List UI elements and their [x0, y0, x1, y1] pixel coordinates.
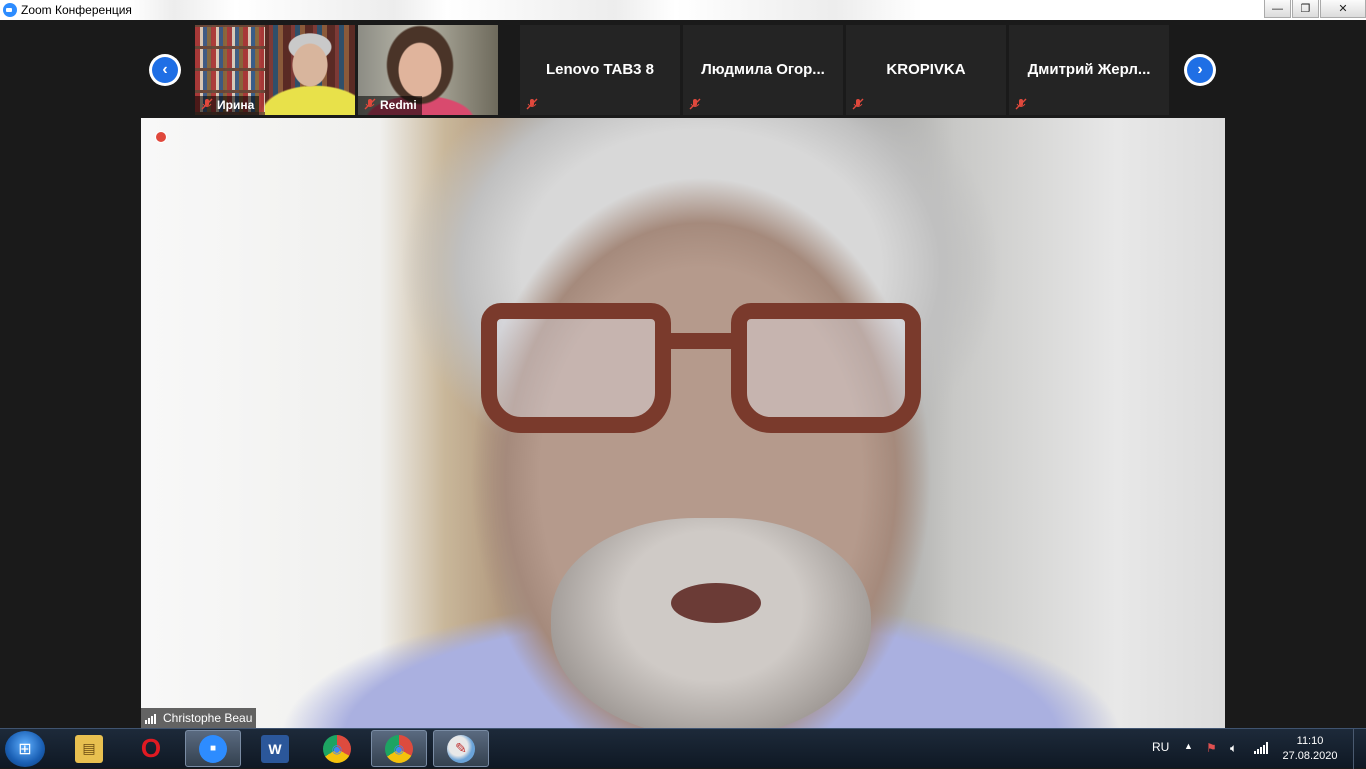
participant-name: KROPIVKA: [886, 61, 966, 78]
zoom-icon: ■: [199, 734, 227, 763]
participant-strip: ‹ Ирина Redmi Lenovo TAB3 8 Людмила Огор…: [0, 20, 1366, 118]
word-icon: W: [261, 734, 289, 763]
muted-mic-icon: [689, 98, 701, 110]
taskbar-clock[interactable]: 11:10 27.08.2020: [1280, 734, 1340, 764]
chrome-icon: ◉: [323, 734, 351, 763]
taskbar-opera[interactable]: O: [123, 730, 179, 767]
muted-mic-icon: [1015, 98, 1027, 110]
folder-icon: ▤: [75, 734, 103, 763]
participant-name: Lenovo TAB3 8: [545, 61, 655, 78]
participant-name: Дмитрий Жерл...: [1027, 61, 1151, 78]
speaker-mouth: [671, 583, 761, 623]
next-page-button[interactable]: ›: [1184, 54, 1216, 86]
muted-mic-icon: [526, 98, 538, 110]
clock-date: 27.08.2020: [1282, 750, 1338, 762]
participant-tile-redmi[interactable]: Redmi: [358, 25, 498, 115]
taskbar-file-explorer[interactable]: ▤: [61, 730, 117, 767]
speaker-name-label: Christophe Beau: [141, 708, 257, 728]
clock-time: 11:10: [1296, 735, 1324, 747]
muted-mic-icon: [201, 98, 213, 110]
chrome-icon: ◉: [385, 734, 413, 763]
windows-taskbar: ⊞ ▤ O ■ W ◉ ◉ ✎ RU ▲ ⚑ 🔈︎ 11:10 27.08.20…: [0, 728, 1366, 769]
show-hidden-icons-button[interactable]: ▲: [1184, 741, 1193, 751]
participant-tile-lenovo[interactable]: Lenovo TAB3 8: [520, 25, 680, 115]
chevron-right-icon: ›: [1187, 57, 1213, 83]
show-desktop-button[interactable]: [1353, 729, 1366, 769]
opera-icon: O: [140, 733, 162, 763]
muted-mic-icon: [364, 98, 376, 110]
prev-page-button[interactable]: ‹: [149, 54, 181, 86]
volume-icon[interactable]: 🔈︎: [1230, 741, 1237, 756]
paint-palette-icon: ✎: [447, 734, 475, 763]
taskbar-word[interactable]: W: [247, 730, 303, 767]
taskbar-zoom[interactable]: ■: [185, 730, 241, 767]
window-controls: — ❐ ✕: [1263, 0, 1366, 20]
participant-tile-dmitriy[interactable]: Дмитрий Жерл...: [1009, 25, 1169, 115]
chevron-left-icon: ‹: [152, 57, 178, 83]
participant-name: Людмила Огор...: [701, 61, 825, 78]
taskbar-chrome-2[interactable]: ◉: [371, 730, 427, 767]
start-button[interactable]: ⊞: [5, 731, 45, 767]
window-title: Zoom Конференция: [21, 3, 132, 17]
windows-logo-icon: ⊞: [18, 741, 32, 758]
taskbar-paint[interactable]: ✎: [433, 730, 489, 767]
close-button[interactable]: ✕: [1320, 0, 1366, 18]
maximize-button[interactable]: ❐: [1292, 0, 1319, 18]
window-title-bar: Zoom Конференция — ❐ ✕: [0, 0, 1366, 20]
muted-mic-icon: [852, 98, 864, 110]
background-tabs-ghost: [130, 0, 1010, 20]
taskbar-chrome[interactable]: ◉: [309, 730, 365, 767]
zoom-app-icon: [3, 3, 17, 17]
active-speaker-video[interactable]: Christophe Beau: [141, 118, 1225, 728]
participant-tile-kropivka[interactable]: KROPIVKA: [846, 25, 1006, 115]
signal-strength-icon: [145, 714, 156, 724]
participant-tile-lyudmila[interactable]: Людмила Огор...: [683, 25, 843, 115]
minimize-button[interactable]: —: [1264, 0, 1291, 18]
language-indicator[interactable]: RU: [1152, 740, 1169, 754]
action-center-flag-icon[interactable]: ⚑: [1206, 741, 1217, 755]
speaker-glasses: [481, 303, 941, 453]
participant-tile-irina[interactable]: Ирина: [195, 25, 355, 115]
recording-indicator-icon: [155, 131, 167, 143]
speaker-beard: [551, 518, 871, 728]
speaker-name: Christophe Beau: [163, 711, 253, 725]
network-signal-icon[interactable]: [1254, 742, 1268, 754]
